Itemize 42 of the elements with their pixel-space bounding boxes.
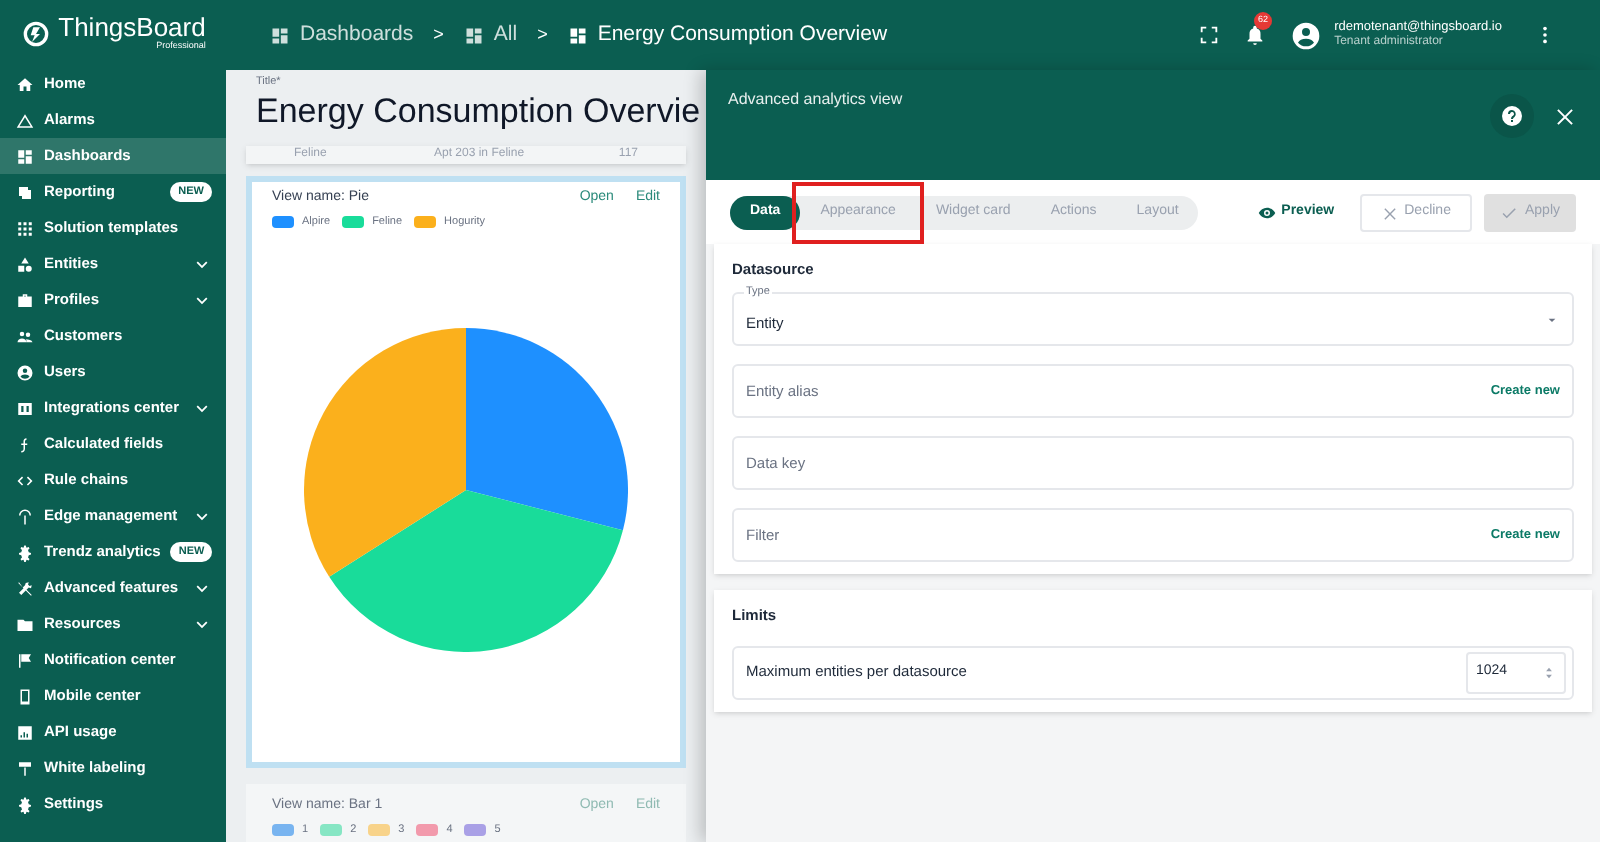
account-icon <box>1290 19 1323 51</box>
integration-icon <box>16 399 34 417</box>
help-button[interactable] <box>1490 94 1534 138</box>
dashboard-icon <box>463 25 484 45</box>
breadcrumb-link[interactable]: Energy Consumption Overview <box>567 19 888 51</box>
eye-icon <box>1257 204 1276 222</box>
chart-icon <box>16 723 34 741</box>
breadcrumb-separator: > <box>433 21 444 48</box>
close-icon <box>1382 205 1399 221</box>
settings-icon <box>16 795 34 813</box>
people-icon <box>16 327 34 345</box>
briefcase-icon <box>16 291 34 309</box>
close-icon <box>1553 105 1575 127</box>
brush-icon <box>16 759 34 777</box>
breadcrumb-link[interactable]: All <box>463 19 518 51</box>
folder-icon <box>16 615 34 633</box>
antenna-icon <box>16 507 34 525</box>
fullscreen-icon <box>1198 24 1221 46</box>
logo-icon <box>20 17 53 49</box>
code-icon <box>16 471 34 489</box>
check-icon <box>1500 204 1519 222</box>
breadcrumb-separator: > <box>537 21 548 48</box>
shapes-icon <box>16 255 34 273</box>
phone-icon <box>16 687 34 705</box>
tools-icon <box>16 579 34 597</box>
dashboard-icon <box>270 25 290 45</box>
logo-text: ThingsBoard <box>58 14 206 41</box>
flag-icon <box>16 651 34 669</box>
grid-icon <box>16 147 34 165</box>
warning-icon <box>16 111 34 129</box>
dashboard-title[interactable]: Energy Consumption Overvie <box>256 90 701 135</box>
help-icon <box>1500 104 1524 128</box>
gear-icon <box>16 543 34 561</box>
dots-grid-icon <box>16 219 34 237</box>
bell-icon <box>1244 24 1267 46</box>
breadcrumb-link[interactable]: Dashboards <box>270 19 414 51</box>
dashboard-icon <box>567 25 588 45</box>
home-icon <box>16 75 34 93</box>
report-icon <box>16 183 34 201</box>
panel-title: Advanced analytics view <box>728 88 905 112</box>
spinner-arrows-icon <box>1542 665 1556 679</box>
account-icon <box>16 363 34 381</box>
